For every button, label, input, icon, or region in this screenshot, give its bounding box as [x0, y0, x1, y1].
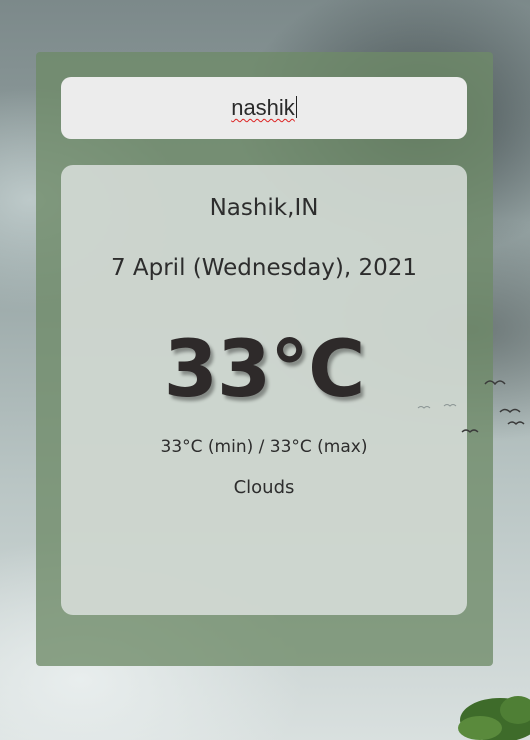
- weather-app-panel: nashik Nashik,IN 7 April (Wednesday), 20…: [36, 52, 493, 666]
- tree-decoration: [458, 696, 530, 740]
- search-input-value: nashik: [61, 95, 467, 121]
- min-max-temperature: 33°C (min) / 33°C (max): [160, 437, 368, 457]
- birds-decoration: [417, 380, 525, 433]
- date-label: 7 April (Wednesday), 2021: [110, 255, 418, 281]
- text-caret: [295, 96, 297, 118]
- weather-condition: Clouds: [233, 477, 295, 498]
- search-query-text: nashik: [231, 95, 295, 120]
- search-input[interactable]: nashik: [61, 77, 467, 139]
- location-label: Nashik,IN: [209, 195, 319, 221]
